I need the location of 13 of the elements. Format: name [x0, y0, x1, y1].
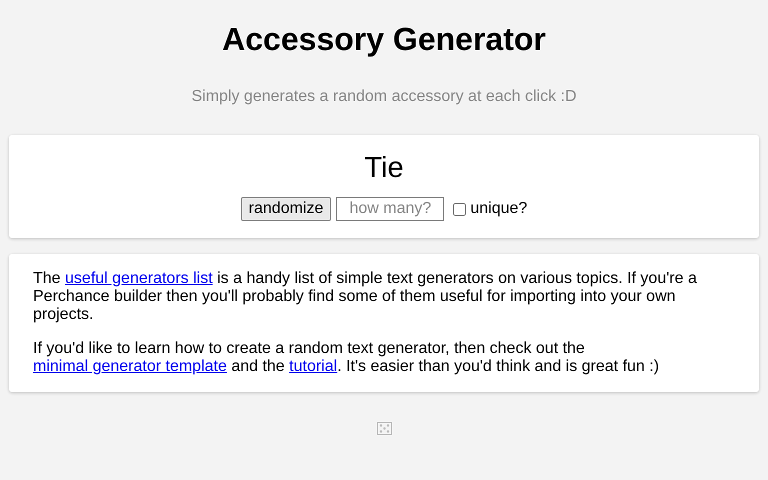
unique-checkbox[interactable] [453, 202, 466, 216]
info-paragraph: If you'd like to learn how to create a random text generator, then check out the minimal generator template and the tutorial. It's easier than you'd think and is great fun :) [33, 340, 660, 376]
info-paragraph: The useful generators list is a handy list of simple text generators on various topics. If you're a Perchance builder then you'll probably find some of them useful for importing into your own projects. [33, 270, 698, 324]
subtitle: Simply generates a random accessory at each click :D [191, 88, 577, 106]
randomize-button[interactable]: randomize [240, 197, 332, 221]
link[interactable]: useful generators list [65, 270, 213, 287]
page-title: Accessory Generator [222, 20, 546, 58]
link[interactable]: minimal generator template [33, 358, 227, 375]
count-field[interactable]: how many? [336, 197, 444, 221]
dice-icon [376, 422, 392, 435]
result-text: Tie [364, 151, 404, 185]
unique-label: unique? [470, 200, 528, 218]
link[interactable]: tutorial [289, 358, 338, 375]
